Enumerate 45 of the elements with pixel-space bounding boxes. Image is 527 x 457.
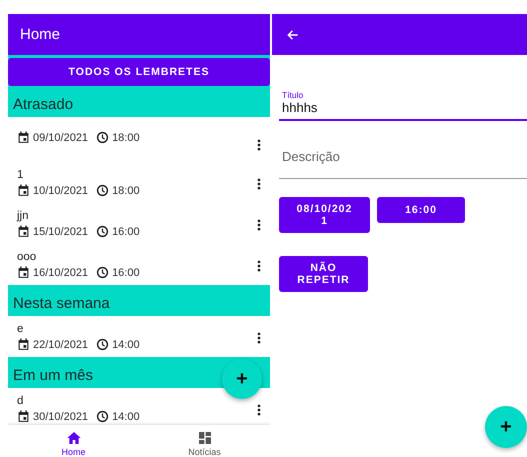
calendar-icon <box>17 266 30 279</box>
reminder-date: 30/10/2021 <box>33 410 88 422</box>
reminder-date: 15/10/2021 <box>33 226 88 238</box>
calendar-icon <box>17 338 30 351</box>
nav-tab[interactable]: Notícias <box>139 427 270 457</box>
reminder-date: 16/10/2021 <box>33 266 88 278</box>
reminder-title[interactable]: e <box>17 322 24 336</box>
nav-tab[interactable]: Home <box>8 427 139 457</box>
input-field[interactable]: hhhhs <box>282 100 482 119</box>
calendar-icon <box>17 410 30 423</box>
calendar-icon <box>17 131 30 144</box>
all-reminders-button[interactable]: TODOS OS LEMBRETES <box>8 58 270 86</box>
reminder-title[interactable]: jjn <box>17 209 29 223</box>
add-button[interactable]: + <box>485 406 527 448</box>
clock-icon <box>96 131 110 144</box>
time-button[interactable]: 16:00 <box>377 197 465 223</box>
input-field[interactable]: Descrição <box>282 149 482 178</box>
section-title: Em um mês <box>13 367 94 384</box>
date-button[interactable]: 08/10/202 1 <box>279 197 370 233</box>
clock-icon <box>96 225 110 238</box>
reminder-time: 14:00 <box>112 410 140 422</box>
reminder-time: 18:00 <box>112 184 140 196</box>
clock-icon <box>96 266 110 279</box>
reminder-time: 14:00 <box>112 338 140 350</box>
reminder-date: 09/10/2021 <box>33 132 88 144</box>
reminder-date: 22/10/2021 <box>33 338 88 350</box>
reminder-title[interactable]: d <box>17 394 24 408</box>
reminder-time: 16:00 <box>112 226 140 238</box>
field-label: Título <box>282 90 304 100</box>
reminder-time: 18:00 <box>112 132 140 144</box>
home-icon <box>64 430 82 446</box>
calendar-icon <box>17 225 30 238</box>
reminder-time: 16:00 <box>112 266 140 278</box>
repeat-button[interactable]: NÃO REPETIR <box>279 256 368 292</box>
calendar-icon <box>17 184 30 197</box>
clock-icon <box>96 338 110 351</box>
section-title: Nesta semana <box>13 295 110 312</box>
reminder-title[interactable]: 1 <box>17 168 24 182</box>
reminder-title[interactable]: ooo <box>17 250 36 264</box>
screen-title: Home <box>20 26 60 43</box>
section-title: Atrasado <box>13 96 74 113</box>
clock-icon <box>96 184 110 197</box>
reminder-date: 10/10/2021 <box>33 184 88 196</box>
clock-icon <box>96 410 110 423</box>
back-arrow-icon[interactable] <box>286 28 300 42</box>
